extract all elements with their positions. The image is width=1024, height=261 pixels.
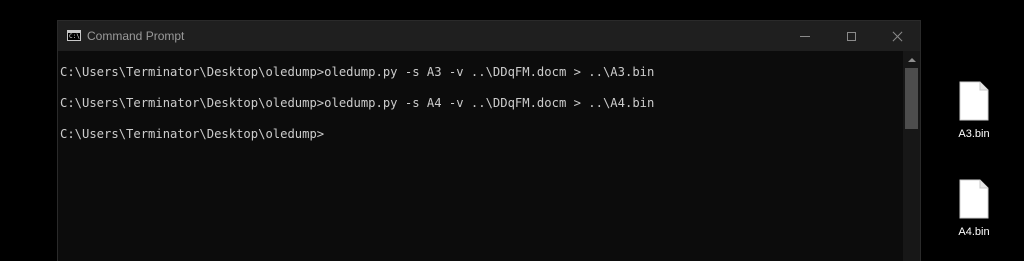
file-icon [959, 81, 989, 121]
maximize-button[interactable] [828, 21, 874, 51]
file-label: A3.bin [958, 128, 990, 140]
minimize-button[interactable] [782, 21, 828, 51]
desktop-file-a3[interactable]: A3.bin [944, 79, 1004, 149]
desktop-file-a4[interactable]: A4.bin [944, 177, 1004, 247]
console-prompt-line[interactable]: C:\Users\Terminator\Desktop\oledump> [60, 126, 324, 142]
vertical-scrollbar[interactable] [903, 51, 920, 261]
minimize-icon [800, 35, 810, 37]
console-output[interactable]: C:\Users\Terminator\Desktop\oledump>oled… [58, 51, 903, 261]
console-icon-glyph: C:\ [69, 33, 80, 40]
close-icon [892, 31, 903, 42]
desktop: C:\ Command Prompt C:\Users\Terminator\D… [0, 0, 1024, 261]
close-button[interactable] [874, 21, 920, 51]
file-icon [959, 179, 989, 219]
file-label: A4.bin [958, 226, 990, 238]
command-prompt-window[interactable]: C:\ Command Prompt C:\Users\Terminator\D… [58, 21, 920, 261]
scroll-thumb[interactable] [905, 68, 918, 129]
scroll-up-button[interactable] [903, 51, 920, 68]
window-title: Command Prompt [87, 29, 185, 43]
console-icon[interactable]: C:\ [67, 30, 81, 41]
maximize-icon [846, 31, 856, 41]
console-line: C:\Users\Terminator\Desktop\oledump>oled… [60, 96, 655, 110]
chevron-up-icon [907, 57, 916, 62]
console-line: C:\Users\Terminator\Desktop\oledump>oled… [60, 65, 655, 79]
title-bar[interactable]: C:\ Command Prompt [58, 21, 920, 51]
